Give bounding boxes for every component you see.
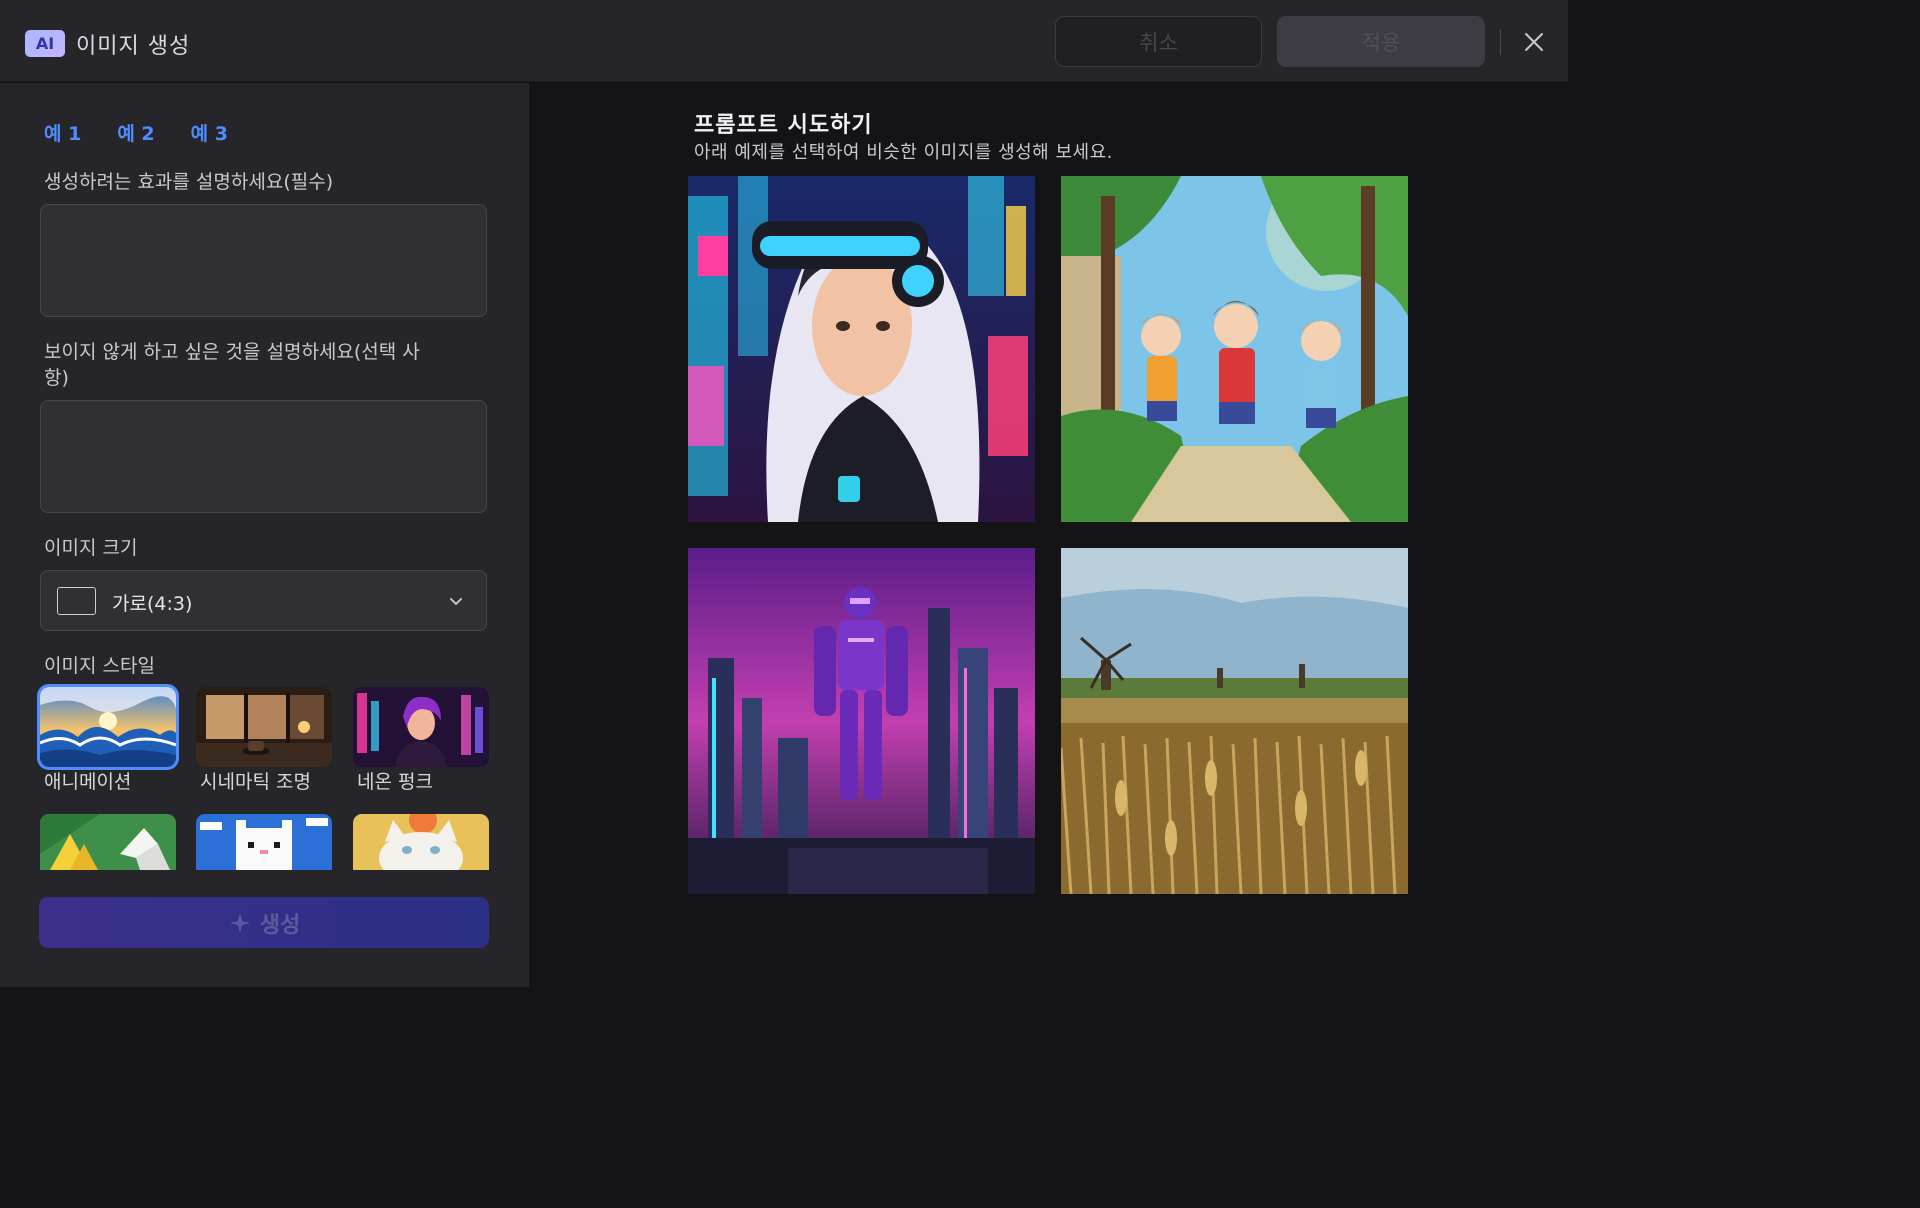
style-label-cinematic: 시네마틱 조명 — [200, 771, 311, 793]
tab-example-1[interactable]: 예 1 — [44, 119, 81, 146]
size-label: 이미지 크기 — [44, 537, 138, 559]
style-thumb-painting[interactable] — [353, 814, 489, 870]
chevron-down-icon — [450, 598, 462, 605]
negative-prompt-label-line2: 항) — [44, 367, 69, 389]
example-image-2[interactable] — [1061, 176, 1408, 522]
example-image-4[interactable] — [1061, 548, 1408, 894]
settings-panel: 예 1 예 2 예 3 생성하려는 효과를 설명하세요(필수) 보이지 않게 하… — [0, 83, 529, 987]
close-button[interactable] — [1521, 29, 1547, 55]
negative-prompt-textarea[interactable] — [40, 400, 487, 513]
title-divider — [1500, 29, 1501, 55]
window-title: 이미지 생성 — [76, 34, 191, 59]
style-label: 이미지 스타일 — [44, 655, 155, 677]
prompt-textarea[interactable] — [40, 204, 487, 317]
painting-style-image — [353, 814, 489, 870]
examples-panel: 프롬프트 시도하기 아래 예제를 선택하여 비슷한 이미지를 생성해 보세요. — [529, 83, 1568, 987]
windmill-field-image — [1061, 548, 1408, 894]
prompt-label: 생성하려는 효과를 설명하세요(필수) — [44, 171, 334, 193]
style-label-neonpunk: 네온 펑크 — [357, 771, 433, 793]
sparkle-icon — [229, 912, 250, 933]
examples-title: 프롬프트 시도하기 — [694, 113, 873, 138]
apply-button[interactable]: 적용 — [1277, 16, 1485, 67]
tab-example-2[interactable]: 예 2 — [117, 119, 154, 146]
example-image-1[interactable] — [688, 176, 1035, 522]
title-bar: AI 이미지 생성 취소 적용 — [0, 0, 1568, 82]
negative-prompt-label: 보이지 않게 하고 싶은 것을 설명하세요(선택 사 항) — [44, 339, 420, 391]
style-thumb-cinematic[interactable] — [196, 687, 332, 767]
image-size-value: 가로(4:3) — [112, 593, 193, 615]
negative-prompt-label-line1: 보이지 않게 하고 싶은 것을 설명하세요(선택 사 — [44, 341, 420, 363]
style-thumb-pixel[interactable] — [196, 814, 332, 870]
anime-kids-image — [1061, 176, 1408, 522]
animation-style-image — [40, 687, 176, 767]
generate-button[interactable]: 생성 — [39, 897, 489, 948]
example-image-3[interactable] — [688, 548, 1035, 894]
origami-style-image — [40, 814, 176, 870]
ai-logo-icon: AI — [25, 30, 65, 57]
examples-subtitle: 아래 예제를 선택하여 비슷한 이미지를 생성해 보세요. — [694, 142, 1113, 163]
style-thumb-origami[interactable] — [40, 814, 176, 870]
cinematic-style-image — [196, 687, 332, 767]
cancel-button[interactable]: 취소 — [1055, 16, 1262, 67]
aspect-ratio-icon — [57, 587, 96, 615]
style-thumb-animation[interactable] — [37, 684, 179, 770]
pixel-style-image — [196, 814, 332, 870]
neonpunk-style-image — [353, 687, 489, 767]
robot-city-image — [688, 548, 1035, 894]
example-tabs: 예 1 예 2 예 3 — [44, 119, 228, 146]
image-size-select[interactable]: 가로(4:3) — [40, 570, 487, 631]
cyberpunk-vr-girl-image — [688, 176, 1035, 522]
tab-example-3[interactable]: 예 3 — [191, 119, 228, 146]
close-icon — [1525, 33, 1543, 51]
generate-button-label: 생성 — [259, 912, 301, 938]
style-label-animation: 애니메이션 — [44, 771, 132, 793]
style-thumb-neonpunk[interactable] — [353, 687, 489, 767]
